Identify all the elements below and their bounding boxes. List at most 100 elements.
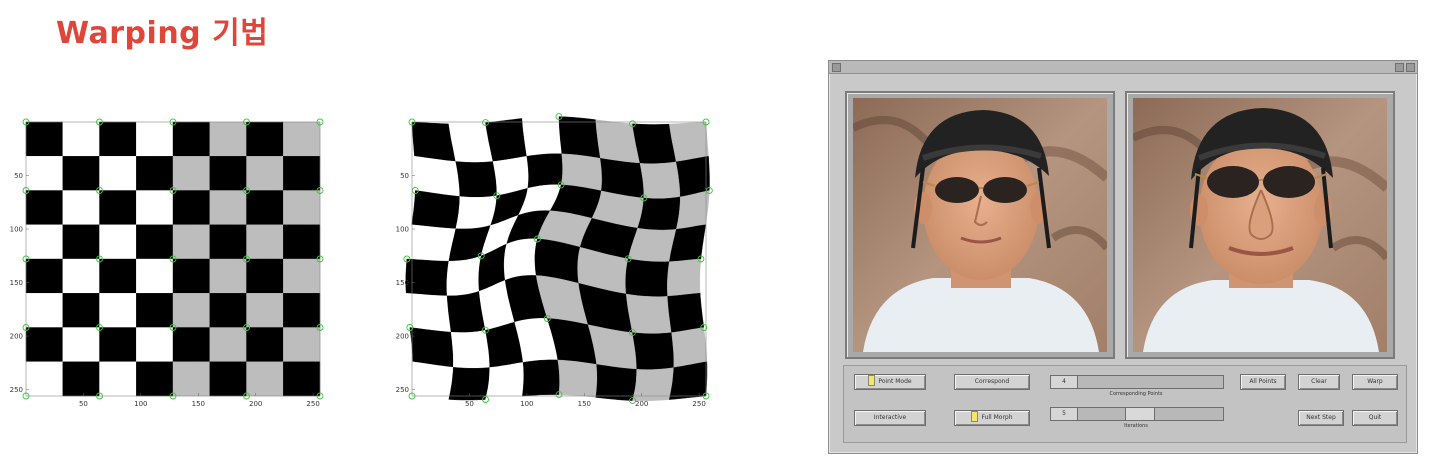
point-mode-label: Point Mode bbox=[878, 378, 912, 385]
iterations-caption: Iterations bbox=[1124, 423, 1148, 429]
checkerboard-cell bbox=[209, 121, 247, 157]
y-tick-label: 150 bbox=[396, 279, 409, 287]
quit-button[interactable]: Quit bbox=[1352, 410, 1398, 426]
x-tick-label: 250 bbox=[692, 400, 705, 408]
checkerboard-cell bbox=[669, 361, 708, 400]
x-tick-label: 100 bbox=[520, 400, 533, 408]
clear-button[interactable]: Clear bbox=[1298, 374, 1340, 390]
minimize-icon[interactable] bbox=[1395, 63, 1404, 72]
checkerboard-cell bbox=[283, 293, 321, 328]
checkerboard-cell bbox=[62, 224, 100, 260]
checkerboard-cell bbox=[172, 258, 211, 294]
checkerboard-cell bbox=[62, 121, 100, 157]
checkerboard-cell bbox=[136, 190, 174, 226]
checkerboard-cell bbox=[99, 121, 137, 157]
corresponding-points-value: 4 bbox=[1051, 376, 1078, 388]
maximize-icon[interactable] bbox=[1406, 63, 1415, 72]
checkerboard-cell bbox=[503, 238, 538, 281]
checkerboard-cell bbox=[25, 156, 63, 191]
window-menu-icon[interactable] bbox=[832, 63, 841, 72]
point-mode-indicator-icon bbox=[868, 375, 876, 386]
iterations-value: 5 bbox=[1051, 408, 1078, 420]
checkerboard-cell bbox=[25, 361, 63, 397]
y-tick-label: 100 bbox=[10, 226, 23, 234]
checkerboard-cell bbox=[99, 258, 137, 294]
checkerboard-cell bbox=[246, 224, 284, 260]
checkerboard-cell bbox=[62, 258, 100, 294]
checkerboard-cell bbox=[667, 293, 705, 333]
x-tick-label: 150 bbox=[578, 400, 591, 408]
checkerboard-cell bbox=[557, 359, 598, 398]
x-tick-label: 200 bbox=[635, 400, 648, 408]
checkerboard-cell bbox=[246, 293, 284, 328]
checkerboard-cell bbox=[136, 121, 174, 157]
checkerboard-cell bbox=[99, 190, 137, 226]
x-tick-label: 50 bbox=[79, 400, 88, 408]
checkerboard-cell bbox=[172, 361, 211, 397]
window-titlebar bbox=[829, 61, 1417, 74]
checkerboard-cell bbox=[283, 121, 321, 157]
y-tick-label: 100 bbox=[396, 226, 409, 234]
checkerboard-cell bbox=[209, 156, 247, 191]
checkerboard-cell bbox=[450, 329, 490, 369]
checkerboard-cell bbox=[209, 327, 247, 363]
iterations-slider-thumb[interactable] bbox=[1125, 408, 1155, 420]
checkerboard-cell bbox=[625, 293, 672, 335]
checkerboard-cell bbox=[246, 156, 284, 191]
y-tick-label: 50 bbox=[400, 172, 409, 180]
checkerboard-cell bbox=[522, 359, 560, 397]
checkerboard-cell bbox=[558, 116, 601, 159]
source-face-photo[interactable] bbox=[853, 98, 1107, 352]
correspond-button[interactable]: Correspond bbox=[954, 374, 1030, 390]
checkerboard-cell bbox=[136, 293, 174, 328]
checkerboard-cell bbox=[246, 258, 284, 294]
checkerboard-cell bbox=[136, 258, 174, 294]
next-step-button[interactable]: Next Step bbox=[1298, 410, 1344, 426]
checkerboard-cell bbox=[522, 116, 563, 157]
checkerboard-cell bbox=[283, 361, 321, 397]
checkerboard-cell bbox=[25, 258, 63, 294]
checkerboard-cell bbox=[172, 190, 211, 226]
full-morph-button[interactable]: Full Morph bbox=[954, 410, 1030, 426]
checkerboard-cell bbox=[136, 156, 174, 191]
y-tick-label: 250 bbox=[396, 386, 409, 394]
x-tick-label: 200 bbox=[249, 400, 262, 408]
checkerboard-cell bbox=[411, 190, 460, 230]
corresponding-points-slider[interactable]: 4 bbox=[1050, 375, 1224, 389]
all-points-button[interactable]: All Points bbox=[1240, 374, 1286, 390]
checkerboard-cell bbox=[283, 156, 321, 191]
y-tick-label: 150 bbox=[10, 279, 23, 287]
corresponding-points-caption: Corresponding Points bbox=[1109, 391, 1163, 397]
checkerboard-cell bbox=[675, 156, 710, 198]
checkerboard-cell bbox=[632, 332, 674, 370]
checkerboard-cell bbox=[669, 121, 709, 163]
x-tick-label: 100 bbox=[134, 400, 147, 408]
checkerboard-cell bbox=[411, 121, 456, 162]
checkerboard-cell bbox=[209, 293, 247, 328]
original-grid-plot: 50 100 150 200 250 50 100 150 200 250 bbox=[10, 118, 324, 408]
checkerboard-cell bbox=[246, 361, 284, 397]
checkerboard-cell bbox=[209, 361, 247, 397]
quit-label: Quit bbox=[1368, 414, 1382, 421]
checkerboard-cell bbox=[172, 156, 211, 191]
slide-title: Warping 기법 bbox=[56, 16, 269, 51]
iterations-slider[interactable]: 5 bbox=[1050, 407, 1224, 421]
checkerboard-cell bbox=[246, 121, 284, 157]
checkerboard-cell bbox=[25, 190, 63, 226]
checkerboard-cell bbox=[411, 361, 454, 400]
checkerboard-cell bbox=[99, 293, 137, 328]
checkerboard-cell bbox=[671, 327, 708, 368]
checkerboard-cell bbox=[62, 156, 100, 191]
warp-button[interactable]: Warp bbox=[1352, 374, 1398, 390]
checkerboard-cell bbox=[209, 224, 247, 260]
checkerboard-cell bbox=[99, 156, 137, 191]
checkerboard-cell bbox=[25, 121, 63, 157]
warped-face-photo[interactable] bbox=[1133, 98, 1387, 352]
checkerboard-cell bbox=[209, 258, 247, 294]
checkerboard-cell bbox=[485, 118, 528, 162]
interactive-button[interactable]: Interactive bbox=[854, 410, 926, 426]
full-morph-indicator-icon bbox=[971, 411, 979, 422]
point-mode-button[interactable]: Point Mode bbox=[854, 374, 926, 390]
checkerboard-cell bbox=[625, 258, 670, 297]
checkerboard-cell bbox=[485, 362, 525, 400]
